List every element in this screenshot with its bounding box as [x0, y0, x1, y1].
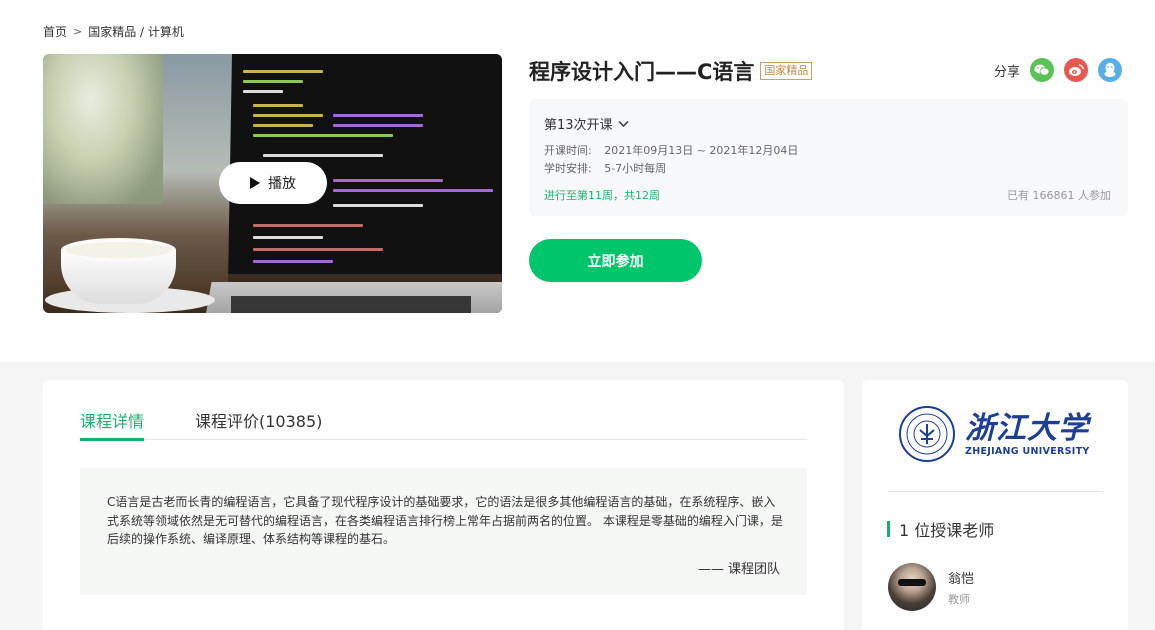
university-name: 浙江大学 ZHEJIANG UNIVERSITY [965, 410, 1090, 457]
start-date-label: 开课时间: [544, 144, 592, 157]
course-detail-card: 课程详情 课程评价(10385) C语言是古老而长青的编程语言，它具备了现代程序… [43, 380, 844, 630]
code-line [253, 248, 383, 251]
course-description: C语言是古老而长青的编程语言，它具备了现代程序设计的基础要求，它的语法是很多其他… [80, 468, 807, 595]
code-line [333, 114, 423, 117]
code-line [253, 104, 303, 107]
cover-keyboard [231, 296, 471, 313]
code-line [333, 189, 493, 192]
breadcrumb-home[interactable]: 首页 [43, 23, 67, 40]
university-seal-icon [899, 406, 955, 462]
schedule-label: 学时安排: [544, 162, 592, 175]
course-title-row: 程序设计入门——C语言 国家精品 [529, 56, 813, 86]
breadcrumb: 首页 > 国家精品 / 计算机 [43, 23, 184, 40]
code-line [333, 124, 423, 127]
join-course-button[interactable]: 立即参加 [529, 239, 702, 282]
university-name-en: ZHEJIANG UNIVERSITY [965, 445, 1090, 457]
breadcrumb-separator: > [73, 25, 83, 38]
course-progress: 进行至第11周，共12周 [544, 189, 660, 202]
university-name-cn: 浙江大学 [965, 410, 1089, 446]
course-video-cover[interactable]: 播放 [43, 54, 502, 313]
teacher-count-label: 1 位授课老师 [899, 521, 995, 540]
code-line [263, 154, 383, 157]
code-line [243, 70, 323, 73]
code-line [253, 124, 313, 127]
tab-course-detail[interactable]: 课程详情 [80, 408, 145, 441]
course-title: 程序设计入门——C语言 [529, 60, 755, 84]
enrollment-count: 已有 166861 人参加 [1007, 189, 1111, 202]
heading-accent-bar [887, 521, 890, 537]
teacher-name: 翁恺 [948, 571, 975, 587]
cover-cup-rim [61, 238, 176, 262]
play-button[interactable]: 播放 [219, 162, 327, 204]
university-card: 浙江大学 ZHEJIANG UNIVERSITY 1 位授课老师 翁恺 教师 [862, 380, 1128, 630]
term-label: 第13次开课 [544, 118, 613, 133]
code-line [243, 90, 283, 93]
teacher-role: 教师 [948, 592, 970, 606]
term-selector[interactable]: 第13次开课 [544, 114, 629, 133]
start-date-row: 开课时间: 2021年09月13日 ~ 2021年12月04日 [544, 142, 798, 158]
code-line [253, 236, 323, 239]
code-line [253, 114, 323, 117]
session-info-panel: 第13次开课 开课时间: 2021年09月13日 ~ 2021年12月04日 学… [529, 99, 1128, 216]
cover-window-light [43, 54, 163, 204]
wechat-icon[interactable] [1030, 58, 1054, 82]
play-label: 播放 [268, 176, 296, 192]
qq-icon[interactable] [1098, 58, 1122, 82]
chevron-down-icon [618, 120, 629, 128]
weibo-icon[interactable] [1064, 58, 1088, 82]
divider [888, 491, 1102, 492]
teacher-info: 翁恺 教师 [948, 568, 974, 607]
start-date-value: 2021年09月13日 ~ 2021年12月04日 [604, 144, 799, 157]
code-line [333, 179, 443, 182]
teacher-item[interactable]: 翁恺 教师 [888, 563, 974, 611]
code-line [253, 134, 393, 137]
code-line [243, 80, 303, 83]
share-label: 分享 [993, 64, 1020, 80]
detail-tabs: 课程详情 课程评价(10385) [80, 408, 807, 441]
code-line [253, 224, 363, 227]
code-line [333, 204, 423, 207]
course-header: 首页 > 国家精品 / 计算机 播放 程序设计入门——C语言 国家精品 分享 第… [0, 0, 1155, 362]
schedule-row: 学时安排: 5-7小时每周 [544, 160, 666, 176]
quality-badge: 国家精品 [760, 62, 813, 80]
avatar-glasses [898, 579, 926, 586]
university-logo[interactable]: 浙江大学 ZHEJIANG UNIVERSITY [899, 406, 1090, 462]
avatar [888, 563, 936, 611]
schedule-value: 5-7小时每周 [604, 162, 667, 175]
code-line [253, 260, 333, 263]
teacher-count-heading: 1 位授课老师 [887, 517, 994, 541]
tab-course-reviews[interactable]: 课程评价(10385) [195, 408, 322, 440]
play-icon [250, 177, 260, 189]
breadcrumb-category[interactable]: 国家精品 / 计算机 [88, 23, 184, 40]
share-bar: 分享 [994, 58, 1122, 82]
description-signature: —— 课程团队 [697, 562, 780, 577]
description-text: C语言是古老而长青的编程语言，它具备了现代程序设计的基础要求，它的语法是很多其他… [107, 495, 783, 546]
